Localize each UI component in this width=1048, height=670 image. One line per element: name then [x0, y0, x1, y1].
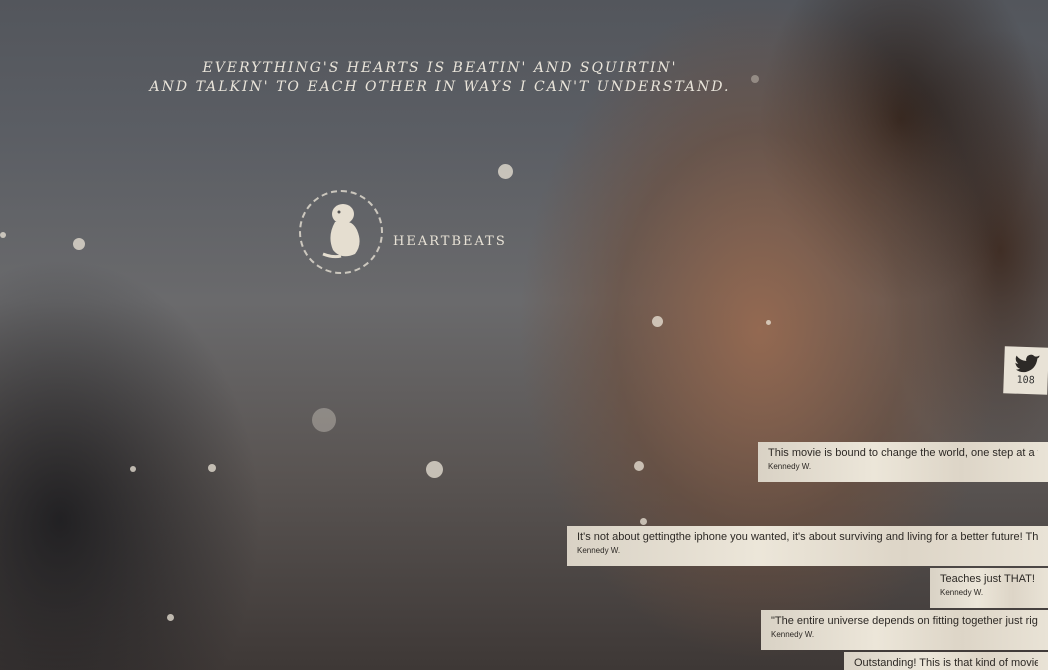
- tweet-author: Kennedy W.: [940, 588, 984, 597]
- bokeh-dot: [312, 408, 336, 432]
- tweet-card: It's not about gettingthe iphone you wan…: [567, 526, 1048, 566]
- background-photo: [0, 0, 1048, 670]
- tweet-card: This movie is bound to change the world,…: [758, 442, 1048, 482]
- tweet-text: It's not about gettingthe iphone you wan…: [577, 531, 1038, 543]
- twitter-bird-icon: [1015, 354, 1040, 373]
- tweet-author: Kennedy W.: [577, 546, 621, 555]
- bokeh-dot: [751, 75, 759, 83]
- tweet-card: "The entire universe depends on fitting …: [761, 610, 1048, 650]
- bokeh-dot: [208, 464, 216, 472]
- tweet-card: Teaches just THAT! Kennedy W.: [930, 568, 1048, 608]
- tweet-text: Outstanding! This is that kind of movie.: [854, 657, 1038, 669]
- bokeh-dot: [766, 320, 771, 325]
- heartbeats-link[interactable]: HEARTBEATS: [393, 234, 507, 249]
- quote-line-1: EVERYTHING'S HEARTS IS BEATIN' AND SQUIR…: [202, 60, 678, 76]
- bokeh-dot: [652, 316, 663, 327]
- tweet-author: Kennedy W.: [768, 462, 812, 471]
- bokeh-dot: [426, 461, 443, 478]
- tweet-card: Outstanding! This is that kind of movie.: [844, 652, 1048, 670]
- tweet-count: 108: [1016, 374, 1035, 387]
- quote-line-2: AND TALKIN' TO EACH OTHER IN WAYS I CAN'…: [149, 79, 731, 95]
- bokeh-dot: [73, 238, 85, 250]
- twitter-count-tab[interactable]: 108: [1003, 346, 1048, 395]
- bokeh-dot: [0, 232, 6, 238]
- bokeh-dot: [167, 614, 174, 621]
- bokeh-dot: [634, 461, 644, 471]
- bokeh-dot: [640, 518, 647, 525]
- tweet-text: "The entire universe depends on fitting …: [771, 615, 1038, 627]
- bokeh-dot: [130, 466, 136, 472]
- fetus-icon: [322, 204, 360, 259]
- tweet-text: This movie is bound to change the world,…: [768, 447, 1038, 459]
- bokeh-dot: [498, 164, 513, 179]
- tweet-author: Kennedy W.: [771, 630, 815, 639]
- heartbeats-badge[interactable]: [299, 190, 383, 274]
- tweet-text: Teaches just THAT!: [940, 573, 1035, 585]
